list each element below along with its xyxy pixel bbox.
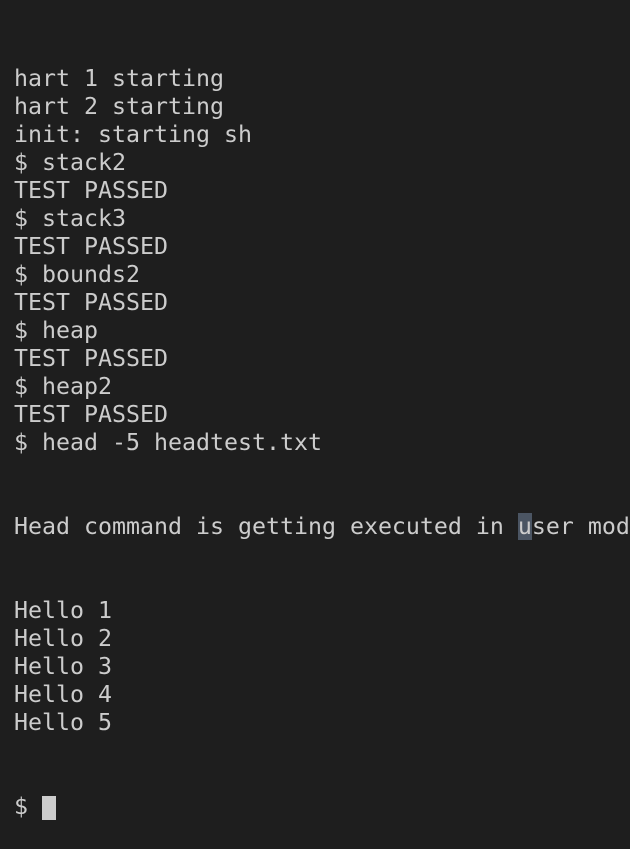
terminal-line: Hello 3 — [14, 653, 112, 680]
line-text: ser mode — [531, 513, 630, 540]
terminal-line: $ head -5 headtest.txt — [14, 429, 322, 456]
terminal-line: Hello 2 — [14, 625, 112, 652]
terminal-line: $ stack3 — [14, 205, 126, 232]
terminal-line: Head command is getting executed in user… — [14, 513, 630, 541]
terminal-line: $ bounds2 — [14, 261, 140, 288]
terminal-line: init: starting sh — [14, 121, 252, 148]
terminal-line: $ stack2 — [14, 149, 126, 176]
terminal-line: hart 2 starting — [14, 93, 224, 120]
prompt: $ — [14, 793, 42, 820]
terminal-line: TEST PASSED — [14, 345, 168, 372]
output-lines: hart 1 starting hart 2 starting init: star… — [14, 65, 630, 457]
text-selection[interactable]: u — [517, 513, 532, 540]
terminal-line: Hello 1 — [14, 597, 112, 624]
terminal-line: TEST PASSED — [14, 233, 168, 260]
terminal-output[interactable]: hart 1 starting hart 2 starting init: star… — [0, 0, 630, 820]
terminal-line: $ heap2 — [14, 373, 112, 400]
terminal-line: TEST PASSED — [14, 401, 168, 428]
text-cursor — [42, 796, 56, 820]
line-text: Head command is getting executed in — [14, 513, 518, 540]
terminal-line: Hello 5 — [14, 709, 112, 736]
output-lines: Hello 1 Hello 2 Hello 3 Hello 4 Hello 5 — [14, 597, 630, 737]
terminal-line: TEST PASSED — [14, 289, 168, 316]
terminal-line: hart 1 starting — [14, 65, 224, 92]
terminal-line: $ heap — [14, 317, 98, 344]
terminal-line: Hello 4 — [14, 681, 112, 708]
prompt-line[interactable]: $ — [14, 793, 630, 821]
terminal-line: TEST PASSED — [14, 177, 168, 204]
